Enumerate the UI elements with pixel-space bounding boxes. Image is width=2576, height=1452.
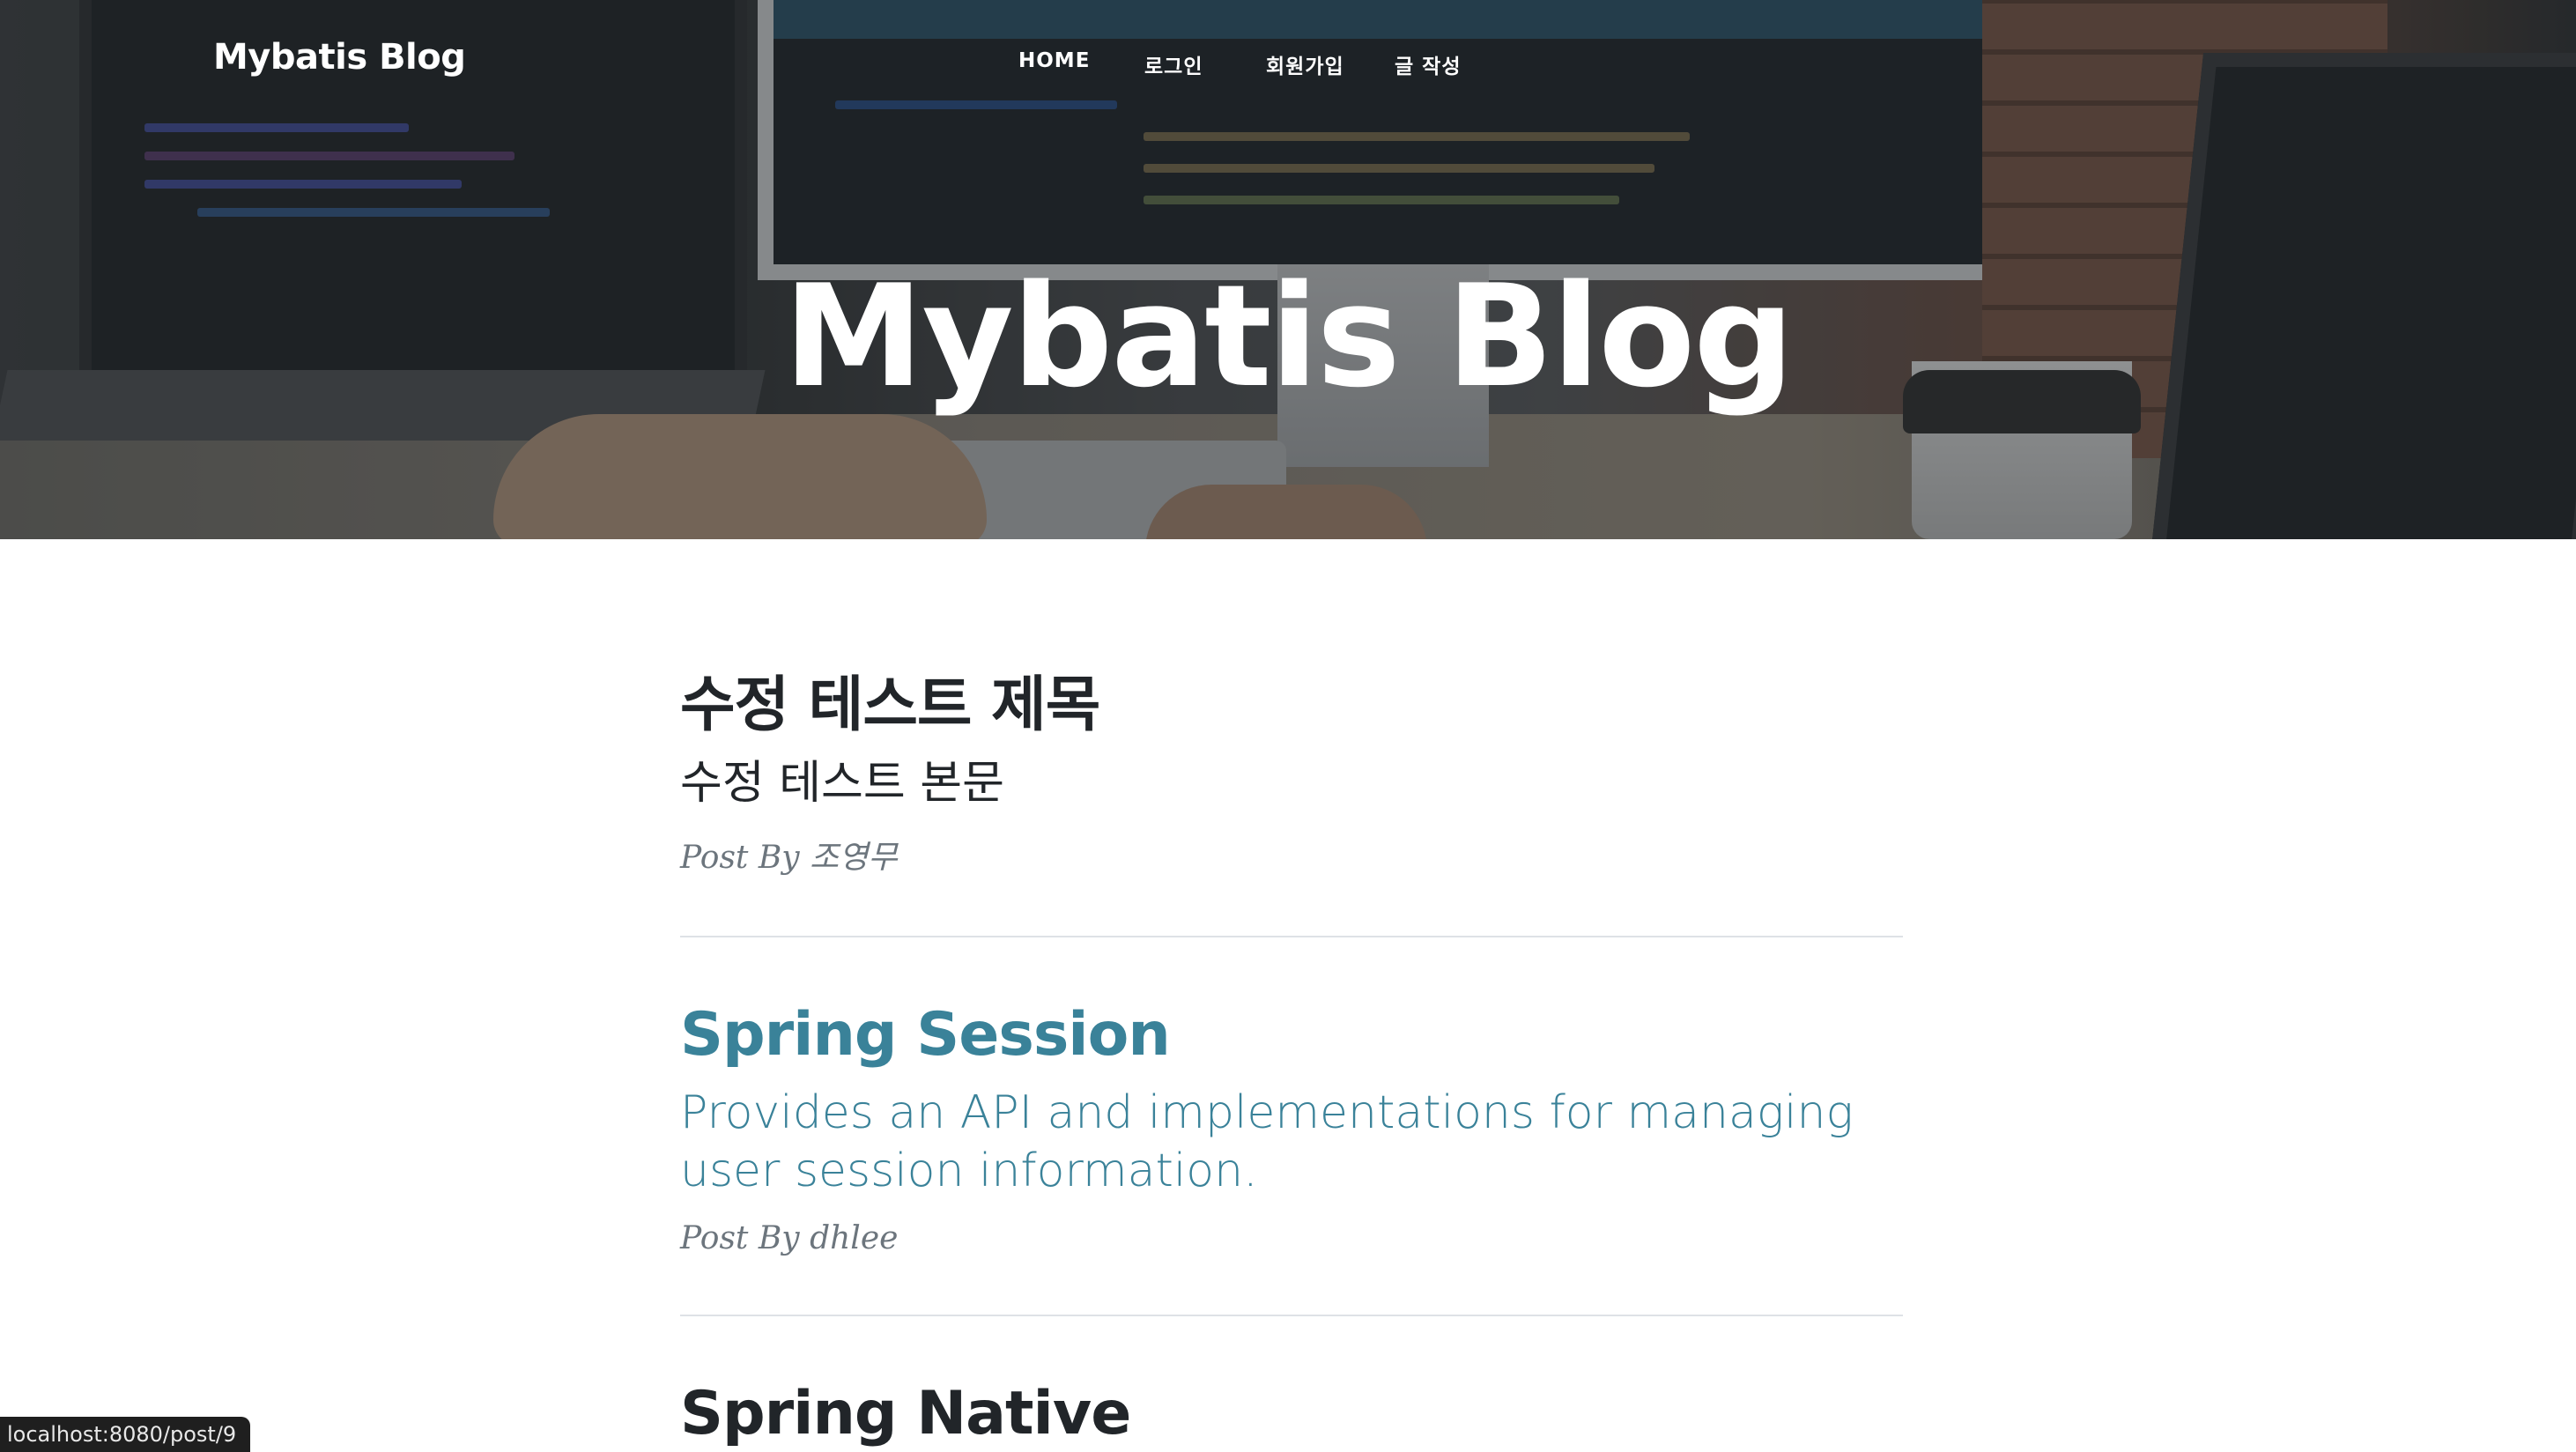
nav-link-home[interactable]: HOME <box>1018 49 1090 72</box>
post-subtitle: 수정 테스트 본문 <box>680 756 1004 810</box>
post-author: dhlee <box>810 1219 899 1256</box>
navbar: Mybatis Blog HOME 로그인 회원가입 글 작성 <box>0 0 2576 123</box>
post-divider <box>680 1314 1903 1316</box>
post-title: Spring Session <box>680 1000 1171 1070</box>
post-meta: Post By dhlee <box>680 1220 1903 1256</box>
post-link[interactable]: Spring Native <box>680 1378 1903 1450</box>
hero-title: Mybatis Blog <box>783 254 1795 419</box>
post-link[interactable]: 수정 테스트 제목 수정 테스트 본문 <box>680 670 1903 812</box>
post-subtitle: Provides an API and implementations for … <box>680 1085 1854 1198</box>
post-title: Spring Native <box>680 1378 1131 1448</box>
status-bar-url: localhost:8080/post/9 <box>0 1417 251 1452</box>
post-author: 조영무 <box>810 840 898 877</box>
post-preview: Spring Native <box>680 1378 1903 1450</box>
post-link[interactable]: Spring Session Provides an API and imple… <box>680 999 1903 1201</box>
post-meta-prefix: Post By <box>680 1219 800 1256</box>
post-meta: Post By 조영무 <box>680 832 1903 878</box>
post-preview: Spring Session Provides an API and imple… <box>680 999 1903 1256</box>
post-title: 수정 테스트 제목 <box>680 670 1100 740</box>
post-list: 수정 테스트 제목 수정 테스트 본문 Post By 조영무 Spring S… <box>680 670 1903 1449</box>
nav-link-login[interactable]: 로그인 <box>1144 49 1203 79</box>
nav-link-write-post[interactable]: 글 작성 <box>1395 49 1462 79</box>
post-preview: 수정 테스트 제목 수정 테스트 본문 Post By 조영무 <box>680 670 1903 878</box>
brand-link[interactable]: Mybatis Blog <box>213 37 466 78</box>
masthead: Mybatis Blog HOME 로그인 회원가입 글 작성 Mybatis … <box>0 0 2576 539</box>
post-meta-prefix: Post By <box>680 840 800 877</box>
nav-link-signup[interactable]: 회원가입 <box>1266 49 1344 79</box>
post-divider <box>680 936 1903 938</box>
